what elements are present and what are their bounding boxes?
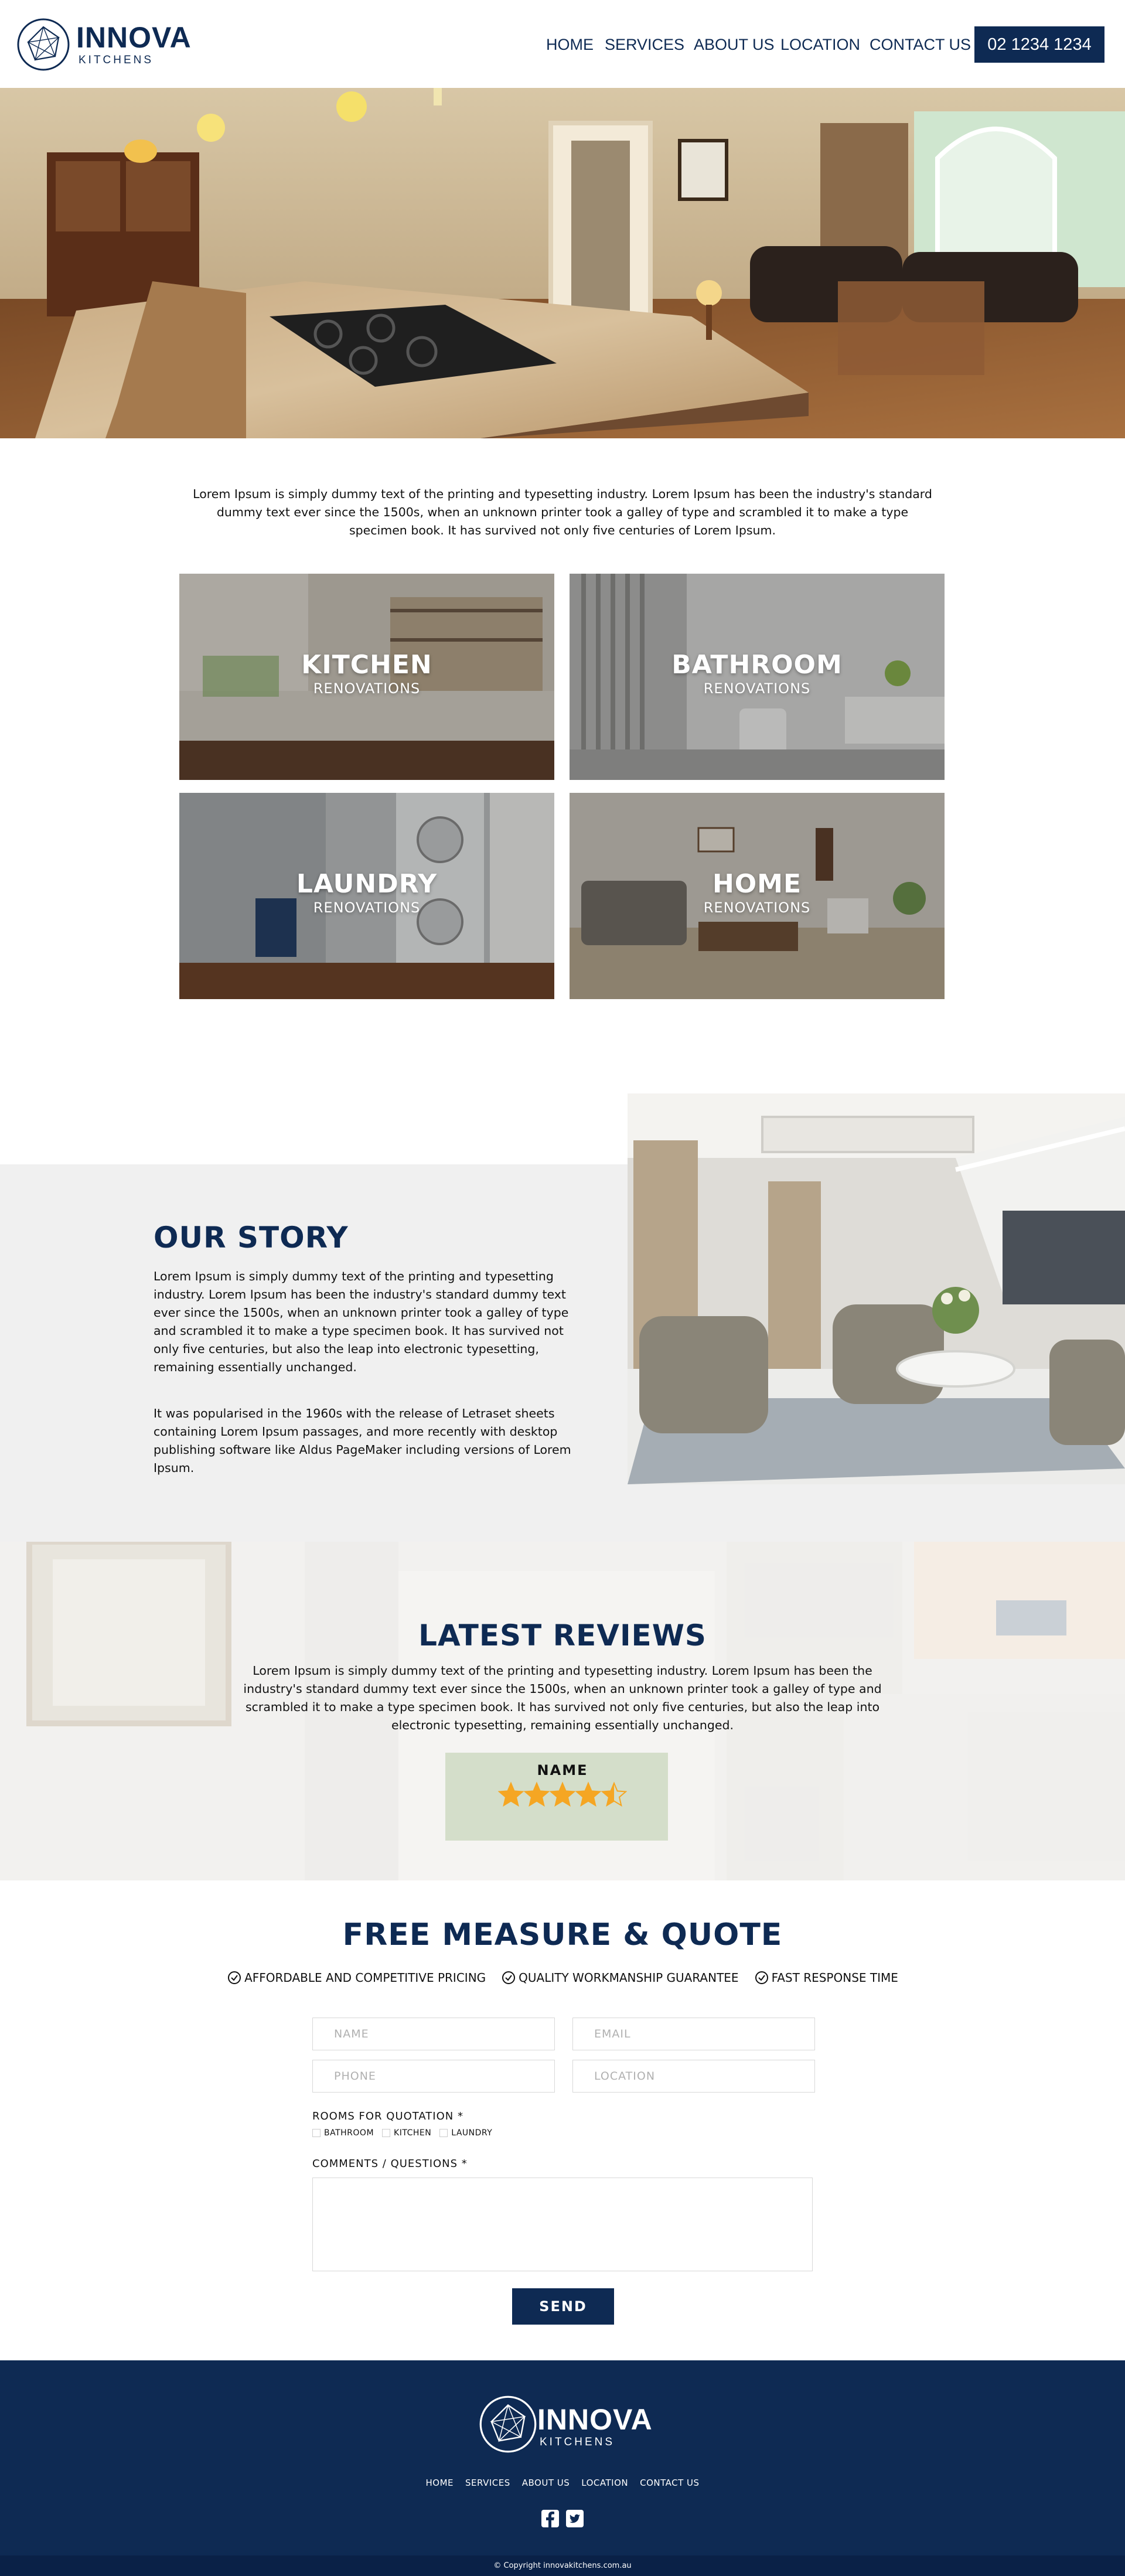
site-header: INNOVA KITCHENS HOME SERVICES ABOUT US L… (0, 0, 1125, 88)
checkbox[interactable] (382, 2129, 391, 2137)
nav-home[interactable]: HOME (546, 34, 594, 55)
tile-title: LAUNDRY (296, 869, 438, 899)
footer-nav: HOME SERVICES ABOUT US LOCATION CONTACT … (0, 2478, 1125, 2488)
review-text: Lorem Ipsum is simply dummy text of the … (243, 1664, 882, 1732)
name-field[interactable]: NAME (312, 2018, 555, 2050)
footer-nav-contact-us[interactable]: CONTACT US (640, 2478, 699, 2488)
tile-subtitle: RENOVATIONS (703, 680, 811, 697)
story-paragraph-2: It was popularised in the 1960s with the… (154, 1406, 571, 1475)
check-circle-icon (502, 1971, 516, 1984)
star-rating (498, 1781, 627, 1807)
story-title: OUR STORY (154, 1221, 349, 1255)
footer-logo-tagline: KITCHENS (540, 2436, 615, 2448)
room-option-bathroom[interactable]: BATHROOM (312, 2128, 374, 2138)
benefit-label: AFFORDABLE AND COMPETITIVE PRICING (244, 1971, 486, 1985)
location-field[interactable]: LOCATION (572, 2060, 815, 2093)
logo-mark-icon (479, 2396, 537, 2453)
intro-text: Lorem Ipsum is simply dummy text of the … (193, 487, 932, 537)
quote-title: FREE MEASURE & QUOTE (342, 1917, 783, 1953)
tile-subtitle: RENOVATIONS (703, 899, 811, 916)
benefits-row: AFFORDABLE AND COMPETITIVE PRICING QUALI… (0, 1970, 1125, 1985)
room-label: LAUNDRY (451, 2128, 493, 2138)
tile-subtitle: RENOVATIONS (313, 680, 421, 697)
tile-home-renovations[interactable]: HOME RENOVATIONS (570, 793, 945, 999)
footer-logo[interactable]: INNOVA KITCHENS (479, 2395, 652, 2457)
twitter-icon[interactable] (565, 2509, 584, 2528)
footer-nav-services[interactable]: SERVICES (465, 2478, 510, 2488)
footer-nav-location[interactable]: LOCATION (581, 2478, 628, 2488)
tile-laundry-renovations[interactable]: LAUNDRY RENOVATIONS (179, 793, 554, 999)
room-option-kitchen[interactable]: KITCHEN (382, 2128, 431, 2138)
room-option-laundry[interactable]: LAUNDRY (439, 2128, 492, 2138)
living-room-staircase-photo (628, 1093, 1125, 1484)
reviewer-name: NAME (537, 1762, 588, 1778)
benefit-item: QUALITY WORKMANSHIP GUARANTEE (501, 1970, 739, 1985)
check-circle-icon (228, 1971, 241, 1984)
tile-subtitle: RENOVATIONS (313, 899, 421, 916)
social-links (541, 2509, 584, 2528)
benefit-label: FAST RESPONSE TIME (771, 1971, 898, 1985)
room-label: KITCHEN (394, 2128, 432, 2138)
star-icon (575, 1781, 602, 1807)
room-label: BATHROOM (324, 2128, 374, 2138)
star-icon (549, 1781, 576, 1807)
benefit-label: QUALITY WORKMANSHIP GUARANTEE (519, 1971, 739, 1985)
footer-logo-name: INNOVA (537, 2403, 653, 2436)
comments-label: COMMENTS / QUESTIONS * (312, 2158, 468, 2170)
tile-kitchen-renovations[interactable]: KITCHEN RENOVATIONS (179, 574, 554, 780)
story-image (628, 1093, 1125, 1484)
footer-nav-home[interactable]: HOME (425, 2478, 454, 2488)
checkbox[interactable] (439, 2129, 448, 2137)
logo[interactable]: INNOVA KITCHENS (16, 18, 192, 74)
reviews-title: LATEST REVIEWS (418, 1618, 707, 1652)
logo-name: INNOVA (76, 21, 192, 54)
nav-contact-us[interactable]: CONTACT US (870, 34, 971, 55)
logo-mark-icon (17, 18, 70, 71)
logo-tagline: KITCHENS (79, 54, 154, 66)
rooms-label: ROOMS FOR QUOTATION * (312, 2110, 463, 2122)
benefit-item: AFFORDABLE AND COMPETITIVE PRICING (227, 1970, 486, 1985)
tile-title: BATHROOM (671, 650, 843, 680)
send-button[interactable]: SEND (512, 2288, 614, 2325)
nav-location[interactable]: LOCATION (780, 34, 860, 55)
page: INNOVA KITCHENS HOME SERVICES ABOUT US L… (0, 0, 1125, 2576)
rooms-checkboxes: BATHROOM KITCHEN LAUNDRY (312, 2128, 492, 2138)
check-circle-icon (755, 1971, 768, 1984)
phone-button[interactable]: 02 1234 1234 (974, 26, 1104, 63)
facebook-icon[interactable] (541, 2509, 560, 2528)
tile-title: KITCHEN (301, 650, 432, 680)
star-icon (523, 1781, 550, 1807)
copyright: © Copyright innovakitchens.com.au (0, 2555, 1125, 2576)
phone-field[interactable]: PHONE (312, 2060, 555, 2093)
checkbox[interactable] (312, 2129, 321, 2137)
star-icon (498, 1781, 524, 1807)
email-field[interactable]: EMAIL (572, 2018, 815, 2050)
tile-title: HOME (712, 869, 802, 899)
nav-services[interactable]: SERVICES (605, 34, 684, 55)
nav-about-us[interactable]: ABOUT US (694, 34, 775, 55)
story-paragraph-1: Lorem Ipsum is simply dummy text of the … (154, 1269, 569, 1374)
hero-image (0, 88, 1125, 438)
hero-kitchen-photo (0, 88, 1125, 438)
comments-textarea[interactable] (312, 2178, 813, 2271)
benefit-item: FAST RESPONSE TIME (754, 1970, 898, 1985)
star-icon (601, 1781, 627, 1807)
tile-bathroom-renovations[interactable]: BATHROOM RENOVATIONS (570, 574, 945, 780)
footer-nav-about-us[interactable]: ABOUT US (522, 2478, 570, 2488)
